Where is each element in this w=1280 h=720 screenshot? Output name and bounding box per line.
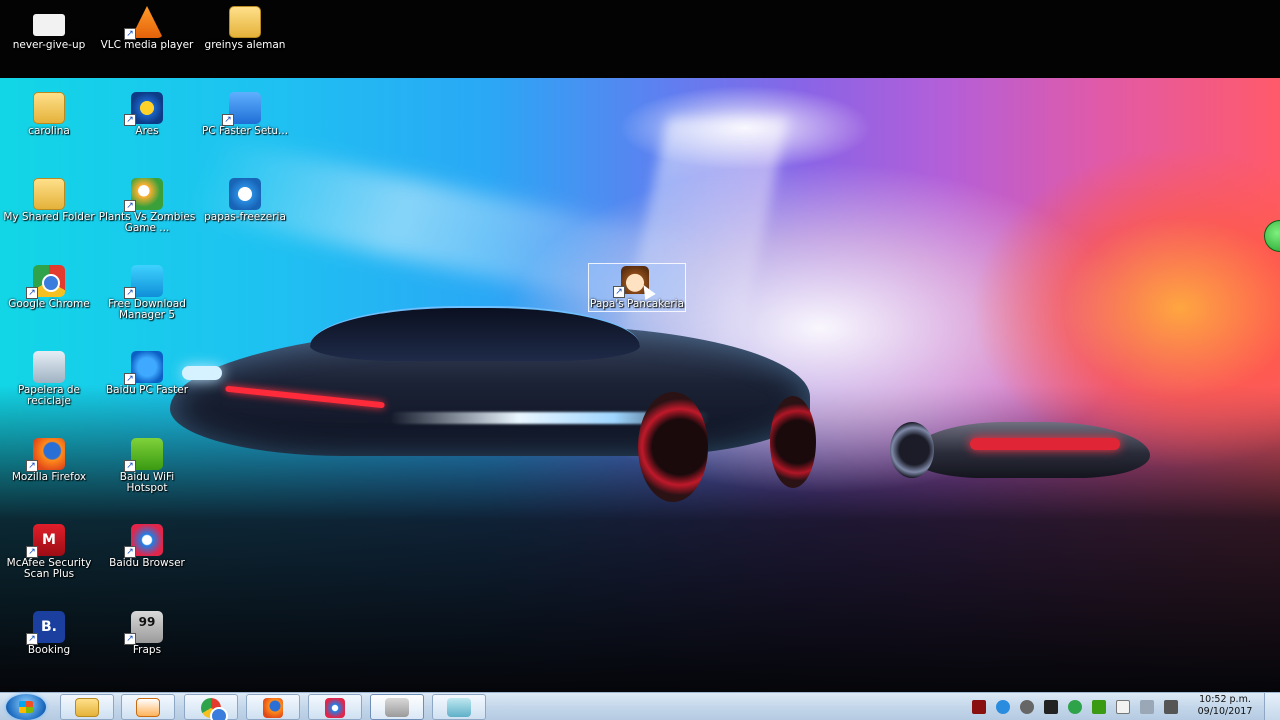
tray-security-icon[interactable] <box>1068 700 1082 714</box>
app-icon <box>447 698 471 717</box>
desktop-icon-papas-pancakeria[interactable]: ↗ Papa's Pancakeria <box>588 263 686 312</box>
media-player-icon <box>136 698 160 717</box>
wallpaper-second-car <box>890 416 1150 496</box>
desktop-icon-plants-vs-zombies[interactable]: ↗ Plants Vs Zombies Game ... <box>98 174 196 256</box>
desktop-icon-pc-faster-setup[interactable]: ↗ PC Faster Setu... <box>196 88 294 170</box>
desktop-icon-firefox[interactable]: ↗ Mozilla Firefox <box>0 434 98 516</box>
folder-icon <box>75 698 99 717</box>
desktop-icon-my-shared-folder[interactable]: My Shared Folder <box>0 174 98 256</box>
taskbar-button-windows-explorer[interactable] <box>60 694 114 720</box>
folder-icon <box>33 92 65 124</box>
tray-action-center-icon[interactable] <box>1116 700 1130 714</box>
desktop-icon-baidu-pc-faster[interactable]: ↗ Baidu PC Faster <box>98 347 196 429</box>
file-icon <box>33 14 65 36</box>
desktop-icon-recycle-bin[interactable]: Papelera de reciclaje <box>0 347 98 429</box>
windows-logo-icon <box>19 701 33 713</box>
taskbar: 10:52 p.m. 09/10/2017 <box>0 692 1280 720</box>
folder-icon <box>229 6 261 38</box>
chrome-icon <box>201 698 228 720</box>
taskbar-button-baidu-browser[interactable] <box>308 694 362 720</box>
fraps-icon <box>385 698 409 717</box>
firefox-icon <box>263 698 283 718</box>
desktop-icon-ares[interactable]: ↗ Ares <box>98 88 196 170</box>
desktop-icon-fraps[interactable]: 99 ↗ Fraps <box>98 607 196 689</box>
desktop-icon-vlc[interactable]: ↗ VLC media player <box>98 2 196 84</box>
desktop-icon-booking[interactable]: B. ↗ Booking <box>0 607 98 689</box>
taskbar-button-chrome[interactable] <box>184 694 238 720</box>
desktop-icon-carolina[interactable]: carolina <box>0 88 98 170</box>
taskbar-button-app[interactable] <box>432 694 486 720</box>
taskbar-button-fraps[interactable] <box>370 694 424 720</box>
tray-network-error-icon[interactable] <box>1044 700 1058 714</box>
shortcut-arrow-icon: ↗ <box>613 286 625 298</box>
desktop-icon-greinys-aleman[interactable]: greinys aleman <box>196 2 294 84</box>
taskbar-clock[interactable]: 10:52 p.m. 09/10/2017 <box>1192 694 1258 720</box>
tray-volume-icon[interactable] <box>1140 700 1154 714</box>
show-desktop-button[interactable] <box>1264 693 1280 720</box>
tray-sound-device-icon[interactable] <box>1020 700 1034 714</box>
internet-explorer-icon <box>229 178 261 210</box>
desktop-icon-mcafee[interactable]: M ↗ McAfee Security Scan Plus <box>0 520 98 602</box>
desktop-icon-never-give-up[interactable]: never-give-up <box>0 2 98 84</box>
tray-app-icon[interactable] <box>972 700 986 714</box>
desktop-icon-google-chrome[interactable]: ↗ Google Chrome <box>0 261 98 343</box>
tray-baidu-icon[interactable] <box>996 700 1010 714</box>
baidu-browser-icon <box>325 698 345 718</box>
desktop-icon-baidu-wifi-hotspot[interactable]: ↗ Baidu WiFi Hotspot <box>98 434 196 516</box>
folder-icon <box>33 178 65 210</box>
desktop-icon-free-download-manager[interactable]: ↗ Free Download Manager 5 <box>98 261 196 343</box>
wallpaper-main-car <box>170 306 820 506</box>
desktop-icon-papas-freezeria[interactable]: papas-freezeria <box>196 174 294 256</box>
clock-date: 09/10/2017 <box>1197 706 1253 717</box>
start-button[interactable] <box>6 694 46 720</box>
tray-wifi-hotspot-icon[interactable] <box>1092 700 1106 714</box>
recycle-bin-icon <box>33 351 65 383</box>
taskbar-button-media-player[interactable] <box>121 694 175 720</box>
system-tray <box>964 693 1192 720</box>
clock-time: 10:52 p.m. <box>1199 694 1251 705</box>
desktop-icon-baidu-browser[interactable]: ↗ Baidu Browser <box>98 520 196 602</box>
taskbar-button-firefox[interactable] <box>246 694 300 720</box>
tray-network-icon[interactable] <box>1164 700 1178 714</box>
